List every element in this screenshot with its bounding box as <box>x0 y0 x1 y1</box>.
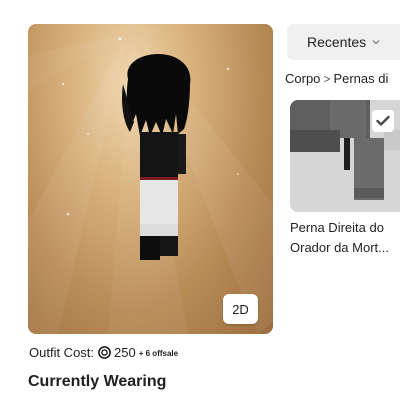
outfit-cost-value: 250 <box>114 344 136 360</box>
sort-dropdown[interactable]: Recentes <box>287 24 400 60</box>
breadcrumb-separator: > <box>323 71 331 86</box>
outfit-cost: Outfit Cost: 250 + 6 offsale <box>29 343 178 361</box>
item-name[interactable]: Perna Direita do Orador da Mort... <box>290 218 400 258</box>
view-2d-toggle[interactable]: 2D <box>223 294 258 324</box>
avatar-scene <box>28 34 273 334</box>
breadcrumb: Corpo > Pernas di <box>285 71 388 86</box>
avatar-preview[interactable]: 2D <box>28 24 273 334</box>
breadcrumb-item-legs[interactable]: Pernas di <box>333 71 388 86</box>
outfit-cost-label: Outfit Cost: <box>29 344 95 360</box>
robux-icon <box>98 345 111 359</box>
breadcrumb-item-body[interactable]: Corpo <box>285 71 320 86</box>
sort-dropdown-label: Recentes <box>307 34 367 50</box>
item-name-line-2: Orador da Mort... <box>290 240 389 255</box>
item-name-line-1: Perna Direita do <box>290 220 384 235</box>
chevron-down-icon <box>372 39 380 45</box>
check-icon[interactable] <box>372 110 394 132</box>
currently-wearing-heading: Currently Wearing <box>28 373 167 390</box>
offsale-count: + 6 offsale <box>138 348 179 358</box>
